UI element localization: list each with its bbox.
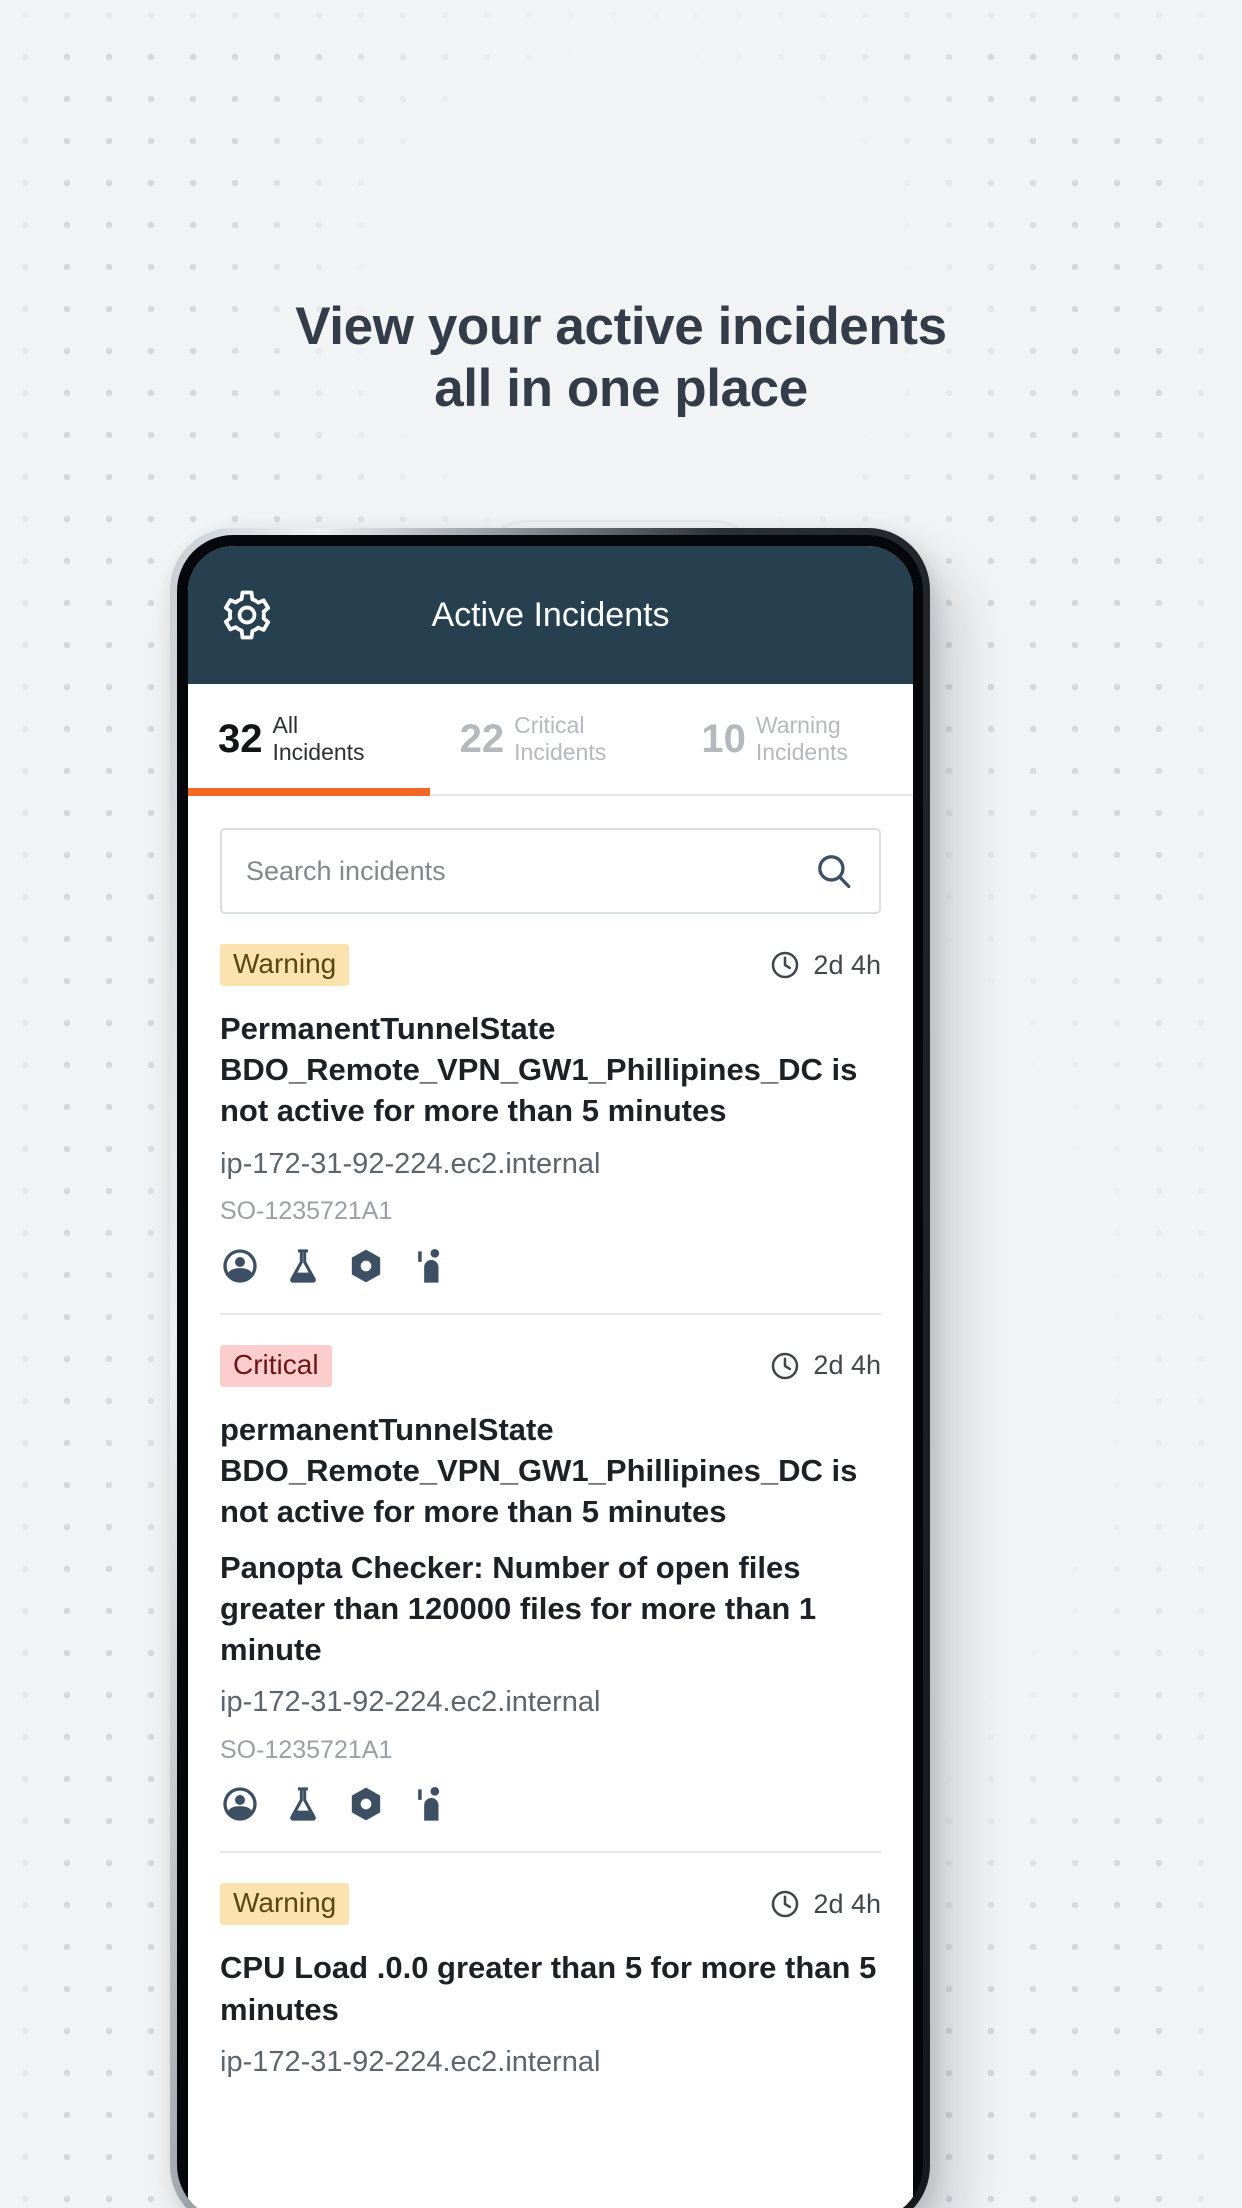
incident-reference: SO-1235721A1 xyxy=(220,1735,393,1764)
clock-icon xyxy=(769,1350,801,1382)
status-badge: Critical xyxy=(220,1344,332,1387)
incident-age: 2d 4h xyxy=(769,949,881,981)
incident-host: ip-172-31-92-224.ec2.internal xyxy=(220,2045,601,2078)
incident-action-icons xyxy=(220,1246,881,1291)
incident-age: 2d 4h xyxy=(769,1888,881,1920)
incident-title: permanentTunnelState BDO_Remote_VPN_GW1_… xyxy=(220,1411,858,1530)
tab-all-label: All Incidents xyxy=(273,712,365,766)
tab-warning-label-line1: Warning xyxy=(755,712,841,739)
tab-all-label-line1: All xyxy=(272,712,299,739)
flask-icon[interactable] xyxy=(283,1246,323,1291)
phone-screen: Active Incidents 32 All Incidents 22 Cri… xyxy=(188,546,913,2208)
search-input[interactable] xyxy=(246,855,813,887)
flask-icon[interactable] xyxy=(283,1784,323,1829)
incident-host: ip-172-31-92-224.ec2.internal xyxy=(220,1686,601,1719)
incident-card-header: Warning 2d 4h xyxy=(220,944,881,986)
tab-critical-label-line1: Critical xyxy=(514,712,585,739)
incident-card-header: Critical 2d 4h xyxy=(220,1344,881,1387)
user-circle-icon[interactable] xyxy=(220,1246,260,1291)
tab-warning-label: Warning Incidents xyxy=(756,712,848,766)
incident-card[interactable]: Warning 2d 4h CPU Load .0.0 greater than… xyxy=(220,1853,881,2115)
incident-action-icons xyxy=(220,1784,881,1829)
status-badge: Warning xyxy=(220,944,350,986)
phone-mockup: Active Incidents 32 All Incidents 22 Cri… xyxy=(170,528,930,2208)
incident-card[interactable]: Critical 2d 4h permanentTunnelState BDO_… xyxy=(220,1315,881,1854)
search-box[interactable] xyxy=(220,828,881,914)
tab-critical-label-line2: Incidents xyxy=(514,739,607,765)
person-raising-hand-icon[interactable] xyxy=(409,1784,449,1829)
gear-icon[interactable] xyxy=(220,588,274,642)
incident-list-container: Warning 2d 4h PermanentTunnelState BDO_R… xyxy=(188,828,913,2116)
incident-reference: SO-1235721A1 xyxy=(220,1197,393,1226)
incident-age-text: 2d 4h xyxy=(813,1350,881,1381)
tab-warning-label-line2: Incidents xyxy=(755,739,848,765)
user-circle-icon[interactable] xyxy=(220,1784,260,1829)
status-badge: Warning xyxy=(220,1883,350,1926)
clock-icon xyxy=(769,949,801,981)
search-icon[interactable] xyxy=(813,850,855,892)
tab-critical-count: 22 xyxy=(459,717,505,761)
incident-host: ip-172-31-92-224.ec2.internal xyxy=(220,1147,601,1180)
hexagon-nut-icon[interactable] xyxy=(346,1246,386,1291)
hexagon-nut-icon[interactable] xyxy=(346,1784,386,1829)
incident-title-secondary: Panopta Checker: Number of open files gr… xyxy=(220,1549,817,1667)
tab-critical-incidents[interactable]: 22 Critical Incidents xyxy=(430,684,672,794)
headline-line-2: all in one place xyxy=(434,359,808,418)
app-title: Active Incidents xyxy=(431,595,670,634)
tab-all-incidents[interactable]: 32 All Incidents xyxy=(188,684,430,796)
incident-age: 2d 4h xyxy=(769,1350,881,1382)
incident-title: PermanentTunnelState BDO_Remote_VPN_GW1_… xyxy=(220,1011,858,1129)
incident-tabs: 32 All Incidents 22 Critical Incidents 1… xyxy=(188,684,913,796)
incident-card[interactable]: Warning 2d 4h PermanentTunnelState BDO_R… xyxy=(220,914,881,1315)
clock-icon xyxy=(769,1888,801,1920)
tab-warning-incidents[interactable]: 10 Warning Incidents xyxy=(671,684,913,794)
headline-line-1: View your active incidents xyxy=(295,297,947,356)
incident-title: CPU Load .0.0 greater than 5 for more th… xyxy=(220,1950,877,2027)
tab-critical-label: Critical Incidents xyxy=(514,712,606,766)
tab-warning-count: 10 xyxy=(701,717,746,761)
person-raising-hand-icon[interactable] xyxy=(409,1246,449,1291)
app-bar: Active Incidents xyxy=(188,546,913,684)
tab-all-label-line2: Incidents xyxy=(272,739,365,765)
phone-bezel: Active Incidents 32 All Incidents 22 Cri… xyxy=(177,535,923,2208)
incident-age-text: 2d 4h xyxy=(813,949,881,980)
tab-all-count: 32 xyxy=(218,717,263,761)
incident-card-header: Warning 2d 4h xyxy=(220,1883,881,1926)
page-headline: View your active incidents all in one pl… xyxy=(0,296,1242,420)
incident-age-text: 2d 4h xyxy=(813,1888,881,1919)
